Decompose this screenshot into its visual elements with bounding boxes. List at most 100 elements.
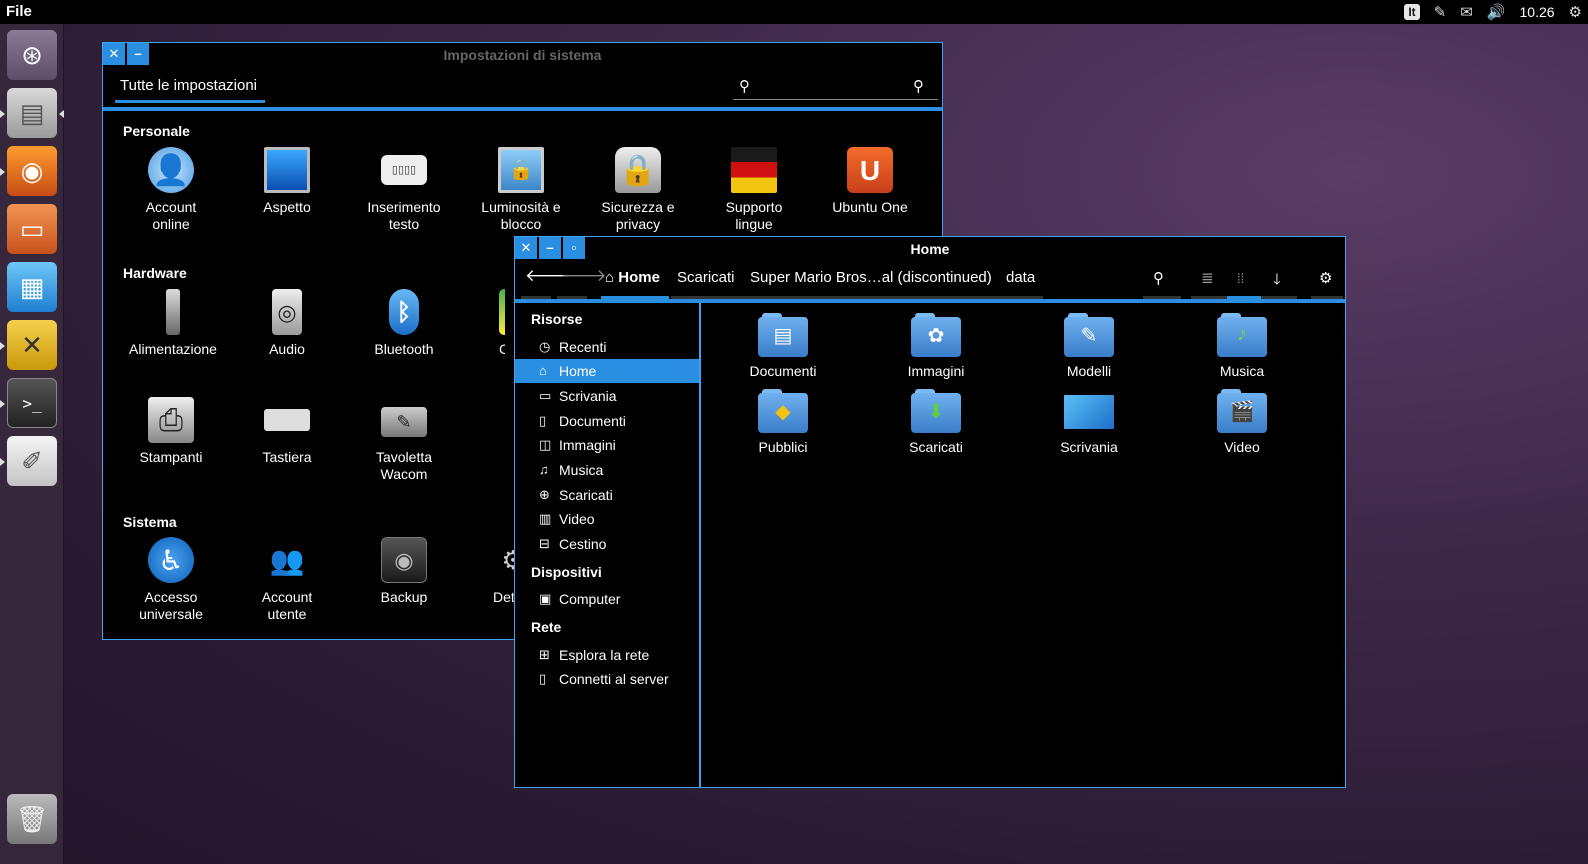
top-panel: File It ✎ ✉ 🔊 10.26 ⚙ bbox=[0, 0, 1588, 24]
settings-item-backup[interactable]: ◉ Backup bbox=[348, 537, 460, 606]
documents-folder-icon: ▤ bbox=[758, 313, 808, 357]
settings-item-ubuntu-one[interactable]: U Ubuntu One bbox=[814, 147, 926, 216]
sidebar-item-trash[interactable]: ⊟ Cestino bbox=[515, 532, 699, 556]
breadcrumb-super-mario[interactable]: Super Mario Bros…al (discontinued) bbox=[750, 269, 992, 286]
sidebar-item-documents[interactable]: ▯ Documenti bbox=[515, 409, 699, 433]
settings-item-universal-access[interactable]: ♿ Accesso universale bbox=[115, 537, 227, 623]
grid-view-icon[interactable]: ⁞⁞ bbox=[1237, 271, 1244, 286]
settings-item-keyboard[interactable]: Tastiera bbox=[231, 397, 343, 466]
section-system: Sistema bbox=[123, 514, 177, 530]
audio-icon: ◎ bbox=[272, 289, 302, 335]
tab-underline bbox=[115, 100, 265, 103]
settings-launcher-button[interactable]: ✕ bbox=[7, 320, 57, 370]
firefox-launcher-button[interactable]: ◉ bbox=[7, 146, 57, 196]
settings-item-audio[interactable]: ◎ Audio bbox=[231, 289, 343, 358]
trash-icon: 🗑 bbox=[15, 803, 49, 834]
header-divider bbox=[103, 107, 942, 111]
backup-icon: ◉ bbox=[381, 537, 427, 583]
forward-arrow-icon[interactable]: 🡒 bbox=[561, 266, 607, 286]
sidebar-heading-devices: Dispositivi bbox=[531, 564, 602, 580]
breadcrumb-home[interactable]: ⌂ Home bbox=[605, 269, 660, 286]
folder-video[interactable]: 🎬 Video bbox=[1182, 389, 1302, 455]
files-launcher-button[interactable]: ▤ bbox=[7, 88, 57, 138]
search-icon[interactable]: ⚲ bbox=[913, 77, 924, 95]
toolbar: 🡐 🡒 ⌂ Home Scaricati Super Mario Bros…al… bbox=[515, 259, 1345, 299]
settings-item-details[interactable]: ⚙ Det bbox=[465, 537, 515, 606]
settings-item-language-support[interactable]: Supporto lingue bbox=[698, 147, 810, 233]
music-folder-icon: ♪ bbox=[1217, 313, 1267, 357]
brightness-lock-icon: 🔒 bbox=[498, 147, 544, 193]
breadcrumb-downloads[interactable]: Scaricati bbox=[677, 269, 735, 286]
launcher: ⊛ ▤ ◉ ▭ ▦ ✕ >_ ✐ 🗑 bbox=[0, 24, 64, 864]
printer-icon: ⎙ bbox=[148, 397, 194, 443]
mail-icon[interactable]: ✉ bbox=[1460, 3, 1473, 21]
sidebar-item-browse-network[interactable]: ⊞ Esplora la rete bbox=[515, 643, 699, 667]
breadcrumb-data[interactable]: data bbox=[1006, 269, 1035, 286]
sidebar-item-video[interactable]: ▥ Video bbox=[515, 507, 699, 531]
computer-icon: ▣ bbox=[539, 591, 552, 606]
settings-item-bluetooth[interactable]: ᛒ Bluetooth bbox=[348, 289, 460, 358]
clock[interactable]: 10.26 bbox=[1520, 4, 1555, 20]
server-icon: ▯ bbox=[539, 671, 547, 686]
search-input[interactable] bbox=[733, 76, 938, 100]
keyboard-layout-indicator[interactable]: It bbox=[1404, 4, 1420, 20]
downloads-folder-icon: ⬇ bbox=[911, 389, 961, 433]
trash-launcher-button[interactable]: 🗑 bbox=[7, 794, 57, 844]
window-title: Home bbox=[910, 241, 950, 257]
folder-templates[interactable]: ✎ Modelli bbox=[1029, 313, 1149, 379]
folder-downloads[interactable]: ⬇ Scaricati bbox=[876, 389, 996, 455]
settings-item-security-privacy[interactable]: 🔒 Sicurezza e privacy bbox=[582, 147, 694, 233]
settings-item-power[interactable]: Alimentazione bbox=[117, 289, 229, 358]
sidebar-item-desktop[interactable]: ▭ Scrivania bbox=[515, 384, 699, 408]
sidebar-item-downloads[interactable]: ⊕ Scaricati bbox=[515, 483, 699, 507]
settings-item-wacom-tablet[interactable]: ✎ Tavoletta Wacom bbox=[348, 397, 460, 483]
appearance-icon bbox=[264, 147, 310, 193]
impress-launcher-button[interactable]: ▭ bbox=[7, 204, 57, 254]
settings-item-user-accounts[interactable]: 👥 Account utente bbox=[231, 537, 343, 623]
tab-all-settings[interactable]: Tutte le impostazioni bbox=[120, 77, 257, 94]
software-center-launcher-button[interactable]: ▦ bbox=[7, 262, 57, 312]
file-manager-window: ✕ – ▫ Home 🡐 🡒 ⌂ Home Scaricati Super Ma… bbox=[514, 236, 1346, 788]
tools-icon: ✕ bbox=[21, 329, 43, 360]
sidebar-item-pictures[interactable]: ◫ Immagini bbox=[515, 433, 699, 457]
folder-documents[interactable]: ▤ Documenti bbox=[723, 313, 843, 379]
pictures-icon: ◫ bbox=[539, 437, 552, 452]
folder-music[interactable]: ♪ Musica bbox=[1182, 313, 1302, 379]
settings-item-brightness-lock[interactable]: 🔒 Luminosità e blocco bbox=[465, 147, 577, 233]
text-editor-launcher-button[interactable]: ✐ bbox=[7, 436, 57, 486]
pen-tool-icon[interactable]: ✎ bbox=[1434, 3, 1447, 21]
desktop-icon: ▭ bbox=[539, 388, 552, 403]
search-icon[interactable]: ⚲ bbox=[1153, 269, 1164, 287]
gear-icon[interactable]: ⚙ bbox=[1569, 3, 1582, 21]
list-view-icon[interactable]: ≣ bbox=[1201, 269, 1214, 287]
sidebar-item-recent[interactable]: ◷ Recenti bbox=[515, 335, 699, 359]
dash-home-button[interactable]: ⊛ bbox=[7, 30, 57, 80]
pictures-folder-icon: ✿ bbox=[911, 313, 961, 357]
gear-icon[interactable]: ⚙ bbox=[1319, 269, 1332, 287]
app-menu-file[interactable]: File bbox=[6, 3, 32, 20]
terminal-launcher-button[interactable]: >_ bbox=[7, 378, 57, 428]
settings-item-online-accounts[interactable]: 👤 Account online bbox=[115, 147, 227, 233]
sort-down-icon[interactable]: 🡓 bbox=[1273, 269, 1281, 294]
folder-pictures[interactable]: ✿ Immagini bbox=[876, 313, 996, 379]
online-accounts-icon: 👤 bbox=[148, 147, 194, 193]
language-support-icon bbox=[731, 147, 777, 193]
volume-icon[interactable]: 🔊 bbox=[1487, 3, 1506, 21]
sidebar-heading-places: Risorse bbox=[531, 311, 583, 327]
sidebar-item-music[interactable]: ♫ Musica bbox=[515, 458, 699, 482]
home-icon: ⌂ bbox=[605, 269, 615, 286]
settings-item-appearance[interactable]: Aspetto bbox=[231, 147, 343, 216]
wacom-tablet-icon: ✎ bbox=[381, 407, 427, 437]
settings-item-printers[interactable]: ⎙ Stampanti bbox=[115, 397, 227, 466]
security-privacy-icon: 🔒 bbox=[615, 147, 661, 193]
settings-item-text-entry[interactable]: ▯▯▯▯ Inserimento testo bbox=[348, 147, 460, 233]
folder-desktop[interactable]: Scrivania bbox=[1029, 389, 1149, 455]
firefox-icon: ◉ bbox=[20, 155, 44, 186]
downloads-icon: ⊕ bbox=[539, 487, 550, 502]
section-hardware: Hardware bbox=[123, 265, 187, 281]
folder-public[interactable]: ◆ Pubblici bbox=[723, 389, 843, 455]
settings-item-color[interactable]: Co bbox=[465, 289, 505, 358]
sidebar-item-computer[interactable]: ▣ Computer bbox=[515, 587, 699, 611]
sidebar-item-home[interactable]: ⌂ Home bbox=[515, 359, 699, 383]
sidebar-item-connect-server[interactable]: ▯ Connetti al server bbox=[515, 667, 699, 691]
